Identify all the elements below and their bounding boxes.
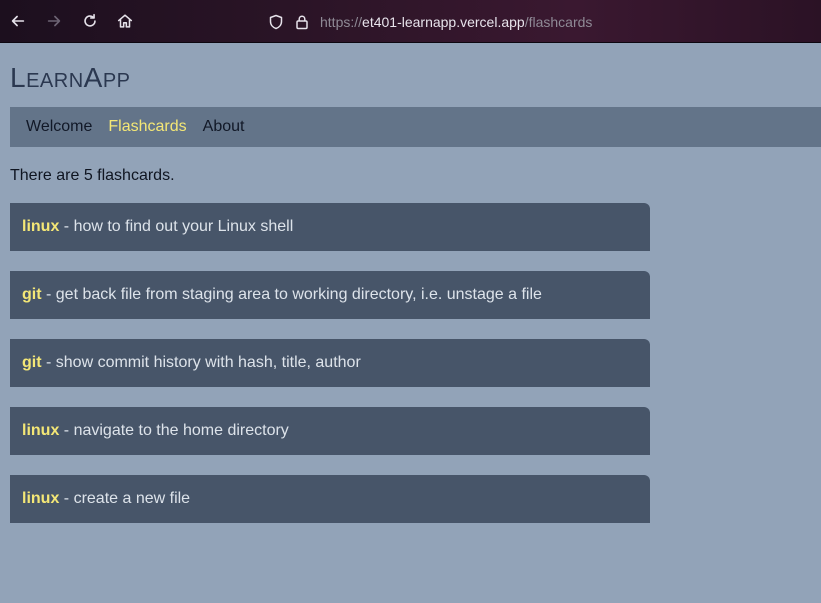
home-button[interactable]: [115, 11, 135, 31]
reload-button[interactable]: [80, 11, 100, 31]
nav-link-welcome[interactable]: Welcome: [26, 118, 92, 136]
flashcard[interactable]: linux - navigate to the home directory: [10, 407, 650, 455]
flashcard-question: get back file from staging area to worki…: [55, 286, 542, 303]
url-text[interactable]: https://et401-learnapp.vercel.app/flashc…: [320, 14, 592, 30]
flashcard-list: linux - how to find out your Linux shell…: [10, 203, 650, 543]
forward-button[interactable]: [44, 11, 64, 31]
flashcard-topic: git: [22, 354, 42, 371]
forward-icon: [47, 15, 61, 27]
flashcard-question: navigate to the home directory: [73, 422, 289, 439]
flashcard-separator: -: [41, 354, 56, 371]
back-icon: [11, 15, 25, 27]
url-host: et401-learnapp.vercel.app: [362, 14, 525, 30]
back-button[interactable]: [8, 11, 28, 31]
url-prefix: https://: [320, 14, 363, 30]
app-logo-title[interactable]: LearnApp: [10, 62, 131, 94]
browser-toolbar: https://et401-learnapp.vercel.app/flashc…: [0, 0, 821, 43]
flashcard-question: how to find out your Linux shell: [73, 218, 294, 235]
home-icon: [117, 14, 133, 28]
flashcard[interactable]: git - show commit history with hash, tit…: [10, 339, 650, 387]
reload-icon: [84, 13, 96, 27]
flashcard[interactable]: git - get back file from staging area to…: [10, 271, 650, 319]
flashcard-count: There are 5 flashcards.: [10, 167, 175, 184]
flashcard[interactable]: linux - how to find out your Linux shell: [10, 203, 650, 251]
nav-link-flashcards[interactable]: Flashcards: [108, 118, 186, 136]
shield-icon: [269, 14, 283, 30]
flashcard-separator: -: [59, 422, 74, 439]
flashcard[interactable]: linux - create a new file: [10, 475, 650, 523]
flashcard-question: show commit history with hash, title, au…: [55, 354, 361, 371]
nav-link-about[interactable]: About: [203, 118, 245, 136]
flashcard-topic: linux: [22, 218, 60, 235]
main-nav: Welcome Flashcards About: [10, 107, 821, 147]
flashcard-question: create a new file: [73, 490, 191, 507]
flashcard-separator: -: [59, 490, 74, 507]
flashcard-separator: -: [41, 286, 56, 303]
url-path: /flashcards: [524, 14, 593, 30]
flashcard-separator: -: [59, 218, 74, 235]
flashcard-topic: git: [22, 286, 42, 303]
lock-icon: [296, 15, 308, 30]
flashcard-topic: linux: [22, 490, 60, 507]
flashcard-topic: linux: [22, 422, 60, 439]
address-bar[interactable]: https://et401-learnapp.vercel.app/flashc…: [268, 11, 592, 33]
